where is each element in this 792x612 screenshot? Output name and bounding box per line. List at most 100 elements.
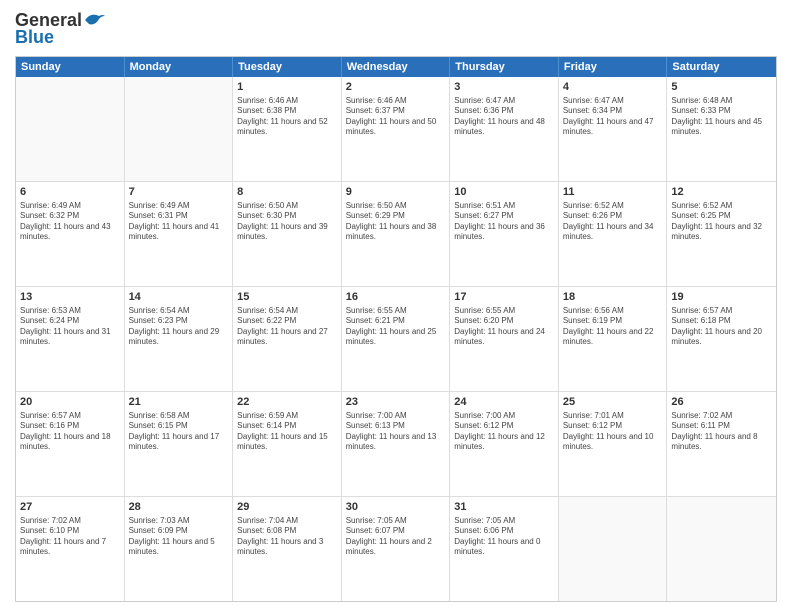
calendar-cell-2-5: 18Sunrise: 6:56 AM Sunset: 6:19 PM Dayli…	[559, 287, 668, 391]
calendar-cell-2-1: 14Sunrise: 6:54 AM Sunset: 6:23 PM Dayli…	[125, 287, 234, 391]
day-number: 15	[237, 290, 337, 305]
cell-info: Sunrise: 7:00 AM Sunset: 6:12 PM Dayligh…	[454, 411, 554, 453]
calendar: SundayMondayTuesdayWednesdayThursdayFrid…	[15, 56, 777, 602]
calendar-cell-2-2: 15Sunrise: 6:54 AM Sunset: 6:22 PM Dayli…	[233, 287, 342, 391]
cell-info: Sunrise: 6:46 AM Sunset: 6:37 PM Dayligh…	[346, 96, 446, 138]
day-number: 3	[454, 80, 554, 95]
logo: General Blue	[15, 10, 105, 48]
day-number: 28	[129, 500, 229, 515]
day-number: 7	[129, 185, 229, 200]
calendar-cell-2-4: 17Sunrise: 6:55 AM Sunset: 6:20 PM Dayli…	[450, 287, 559, 391]
day-number: 1	[237, 80, 337, 95]
day-number: 11	[563, 185, 663, 200]
day-number: 23	[346, 395, 446, 410]
weekday-header-tuesday: Tuesday	[233, 57, 342, 77]
day-number: 31	[454, 500, 554, 515]
day-number: 22	[237, 395, 337, 410]
day-number: 8	[237, 185, 337, 200]
day-number: 4	[563, 80, 663, 95]
calendar-cell-1-2: 8Sunrise: 6:50 AM Sunset: 6:30 PM Daylig…	[233, 182, 342, 286]
calendar-row-1: 6Sunrise: 6:49 AM Sunset: 6:32 PM Daylig…	[16, 181, 776, 286]
cell-info: Sunrise: 7:05 AM Sunset: 6:07 PM Dayligh…	[346, 516, 446, 558]
calendar-cell-1-4: 10Sunrise: 6:51 AM Sunset: 6:27 PM Dayli…	[450, 182, 559, 286]
calendar-cell-3-3: 23Sunrise: 7:00 AM Sunset: 6:13 PM Dayli…	[342, 392, 451, 496]
calendar-row-2: 13Sunrise: 6:53 AM Sunset: 6:24 PM Dayli…	[16, 286, 776, 391]
cell-info: Sunrise: 7:00 AM Sunset: 6:13 PM Dayligh…	[346, 411, 446, 453]
cell-info: Sunrise: 6:47 AM Sunset: 6:34 PM Dayligh…	[563, 96, 663, 138]
weekday-header-thursday: Thursday	[450, 57, 559, 77]
day-number: 9	[346, 185, 446, 200]
day-number: 25	[563, 395, 663, 410]
cell-info: Sunrise: 6:59 AM Sunset: 6:14 PM Dayligh…	[237, 411, 337, 453]
cell-info: Sunrise: 6:54 AM Sunset: 6:23 PM Dayligh…	[129, 306, 229, 348]
cell-info: Sunrise: 6:48 AM Sunset: 6:33 PM Dayligh…	[671, 96, 772, 138]
day-number: 16	[346, 290, 446, 305]
calendar-header: SundayMondayTuesdayWednesdayThursdayFrid…	[16, 57, 776, 77]
cell-info: Sunrise: 7:05 AM Sunset: 6:06 PM Dayligh…	[454, 516, 554, 558]
day-number: 13	[20, 290, 120, 305]
calendar-body: 1Sunrise: 6:46 AM Sunset: 6:38 PM Daylig…	[16, 77, 776, 601]
cell-info: Sunrise: 7:01 AM Sunset: 6:12 PM Dayligh…	[563, 411, 663, 453]
day-number: 24	[454, 395, 554, 410]
cell-info: Sunrise: 6:52 AM Sunset: 6:25 PM Dayligh…	[671, 201, 772, 243]
calendar-cell-0-5: 4Sunrise: 6:47 AM Sunset: 6:34 PM Daylig…	[559, 77, 668, 181]
day-number: 2	[346, 80, 446, 95]
day-number: 10	[454, 185, 554, 200]
calendar-cell-1-5: 11Sunrise: 6:52 AM Sunset: 6:26 PM Dayli…	[559, 182, 668, 286]
calendar-cell-4-6	[667, 497, 776, 601]
cell-info: Sunrise: 6:57 AM Sunset: 6:16 PM Dayligh…	[20, 411, 120, 453]
calendar-row-4: 27Sunrise: 7:02 AM Sunset: 6:10 PM Dayli…	[16, 496, 776, 601]
day-number: 26	[671, 395, 772, 410]
calendar-cell-0-0	[16, 77, 125, 181]
calendar-cell-4-0: 27Sunrise: 7:02 AM Sunset: 6:10 PM Dayli…	[16, 497, 125, 601]
cell-info: Sunrise: 6:54 AM Sunset: 6:22 PM Dayligh…	[237, 306, 337, 348]
day-number: 29	[237, 500, 337, 515]
cell-info: Sunrise: 6:49 AM Sunset: 6:32 PM Dayligh…	[20, 201, 120, 243]
weekday-header-sunday: Sunday	[16, 57, 125, 77]
cell-info: Sunrise: 6:58 AM Sunset: 6:15 PM Dayligh…	[129, 411, 229, 453]
calendar-cell-0-6: 5Sunrise: 6:48 AM Sunset: 6:33 PM Daylig…	[667, 77, 776, 181]
calendar-cell-1-0: 6Sunrise: 6:49 AM Sunset: 6:32 PM Daylig…	[16, 182, 125, 286]
cell-info: Sunrise: 6:56 AM Sunset: 6:19 PM Dayligh…	[563, 306, 663, 348]
cell-info: Sunrise: 6:47 AM Sunset: 6:36 PM Dayligh…	[454, 96, 554, 138]
cell-info: Sunrise: 6:50 AM Sunset: 6:29 PM Dayligh…	[346, 201, 446, 243]
calendar-cell-1-6: 12Sunrise: 6:52 AM Sunset: 6:25 PM Dayli…	[667, 182, 776, 286]
day-number: 6	[20, 185, 120, 200]
weekday-header-monday: Monday	[125, 57, 234, 77]
calendar-cell-3-2: 22Sunrise: 6:59 AM Sunset: 6:14 PM Dayli…	[233, 392, 342, 496]
cell-info: Sunrise: 6:52 AM Sunset: 6:26 PM Dayligh…	[563, 201, 663, 243]
calendar-cell-4-4: 31Sunrise: 7:05 AM Sunset: 6:06 PM Dayli…	[450, 497, 559, 601]
calendar-cell-3-0: 20Sunrise: 6:57 AM Sunset: 6:16 PM Dayli…	[16, 392, 125, 496]
calendar-row-0: 1Sunrise: 6:46 AM Sunset: 6:38 PM Daylig…	[16, 77, 776, 181]
day-number: 30	[346, 500, 446, 515]
calendar-row-3: 20Sunrise: 6:57 AM Sunset: 6:16 PM Dayli…	[16, 391, 776, 496]
day-number: 12	[671, 185, 772, 200]
cell-info: Sunrise: 7:02 AM Sunset: 6:10 PM Dayligh…	[20, 516, 120, 558]
calendar-cell-2-0: 13Sunrise: 6:53 AM Sunset: 6:24 PM Dayli…	[16, 287, 125, 391]
cell-info: Sunrise: 6:51 AM Sunset: 6:27 PM Dayligh…	[454, 201, 554, 243]
calendar-cell-4-3: 30Sunrise: 7:05 AM Sunset: 6:07 PM Dayli…	[342, 497, 451, 601]
weekday-header-friday: Friday	[559, 57, 668, 77]
calendar-cell-3-1: 21Sunrise: 6:58 AM Sunset: 6:15 PM Dayli…	[125, 392, 234, 496]
weekday-header-wednesday: Wednesday	[342, 57, 451, 77]
cell-info: Sunrise: 7:02 AM Sunset: 6:11 PM Dayligh…	[671, 411, 772, 453]
cell-info: Sunrise: 6:46 AM Sunset: 6:38 PM Dayligh…	[237, 96, 337, 138]
calendar-cell-2-3: 16Sunrise: 6:55 AM Sunset: 6:21 PM Dayli…	[342, 287, 451, 391]
logo-blue: Blue	[15, 27, 54, 48]
cell-info: Sunrise: 7:04 AM Sunset: 6:08 PM Dayligh…	[237, 516, 337, 558]
header: General Blue	[15, 10, 777, 48]
calendar-cell-4-2: 29Sunrise: 7:04 AM Sunset: 6:08 PM Dayli…	[233, 497, 342, 601]
calendar-cell-1-1: 7Sunrise: 6:49 AM Sunset: 6:31 PM Daylig…	[125, 182, 234, 286]
logo-bird-icon	[83, 12, 105, 28]
day-number: 20	[20, 395, 120, 410]
cell-info: Sunrise: 6:55 AM Sunset: 6:20 PM Dayligh…	[454, 306, 554, 348]
day-number: 17	[454, 290, 554, 305]
cell-info: Sunrise: 6:50 AM Sunset: 6:30 PM Dayligh…	[237, 201, 337, 243]
day-number: 14	[129, 290, 229, 305]
calendar-cell-0-4: 3Sunrise: 6:47 AM Sunset: 6:36 PM Daylig…	[450, 77, 559, 181]
day-number: 5	[671, 80, 772, 95]
calendar-cell-0-1	[125, 77, 234, 181]
calendar-cell-4-5	[559, 497, 668, 601]
calendar-cell-4-1: 28Sunrise: 7:03 AM Sunset: 6:09 PM Dayli…	[125, 497, 234, 601]
cell-info: Sunrise: 7:03 AM Sunset: 6:09 PM Dayligh…	[129, 516, 229, 558]
